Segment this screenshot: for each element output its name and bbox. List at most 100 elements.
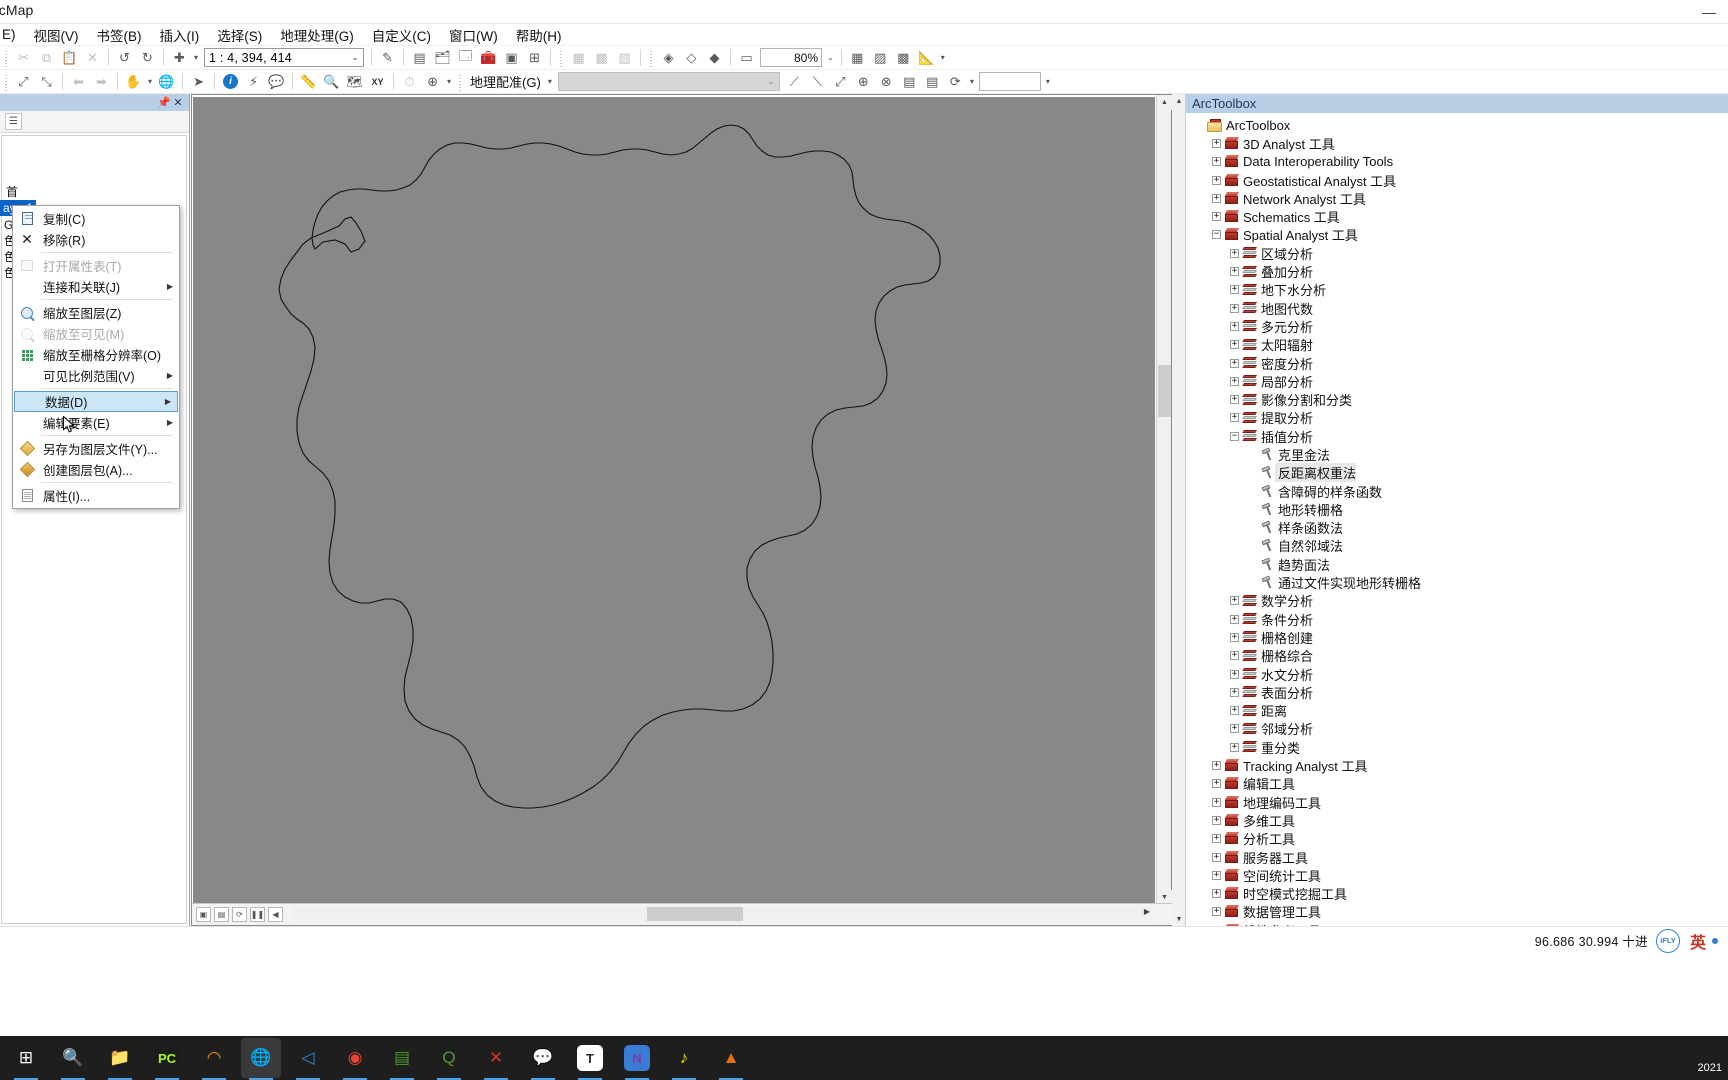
arctoolbox-tree-node[interactable]: 地形转栅格 [1186, 500, 1728, 518]
auto-adjust-caret-icon[interactable]: ▾ [967, 77, 977, 86]
pin-icon[interactable]: 📌 [157, 96, 171, 109]
arctoolbox-tree[interactable]: ArcToolbox +3D Analyst 工具 + Data Interopera… [1186, 113, 1728, 926]
taskbar-typora-icon[interactable]: T [570, 1038, 610, 1080]
expand-plus-icon[interactable]: + [1210, 905, 1223, 918]
context-menu-item-zoom-to-raster-resolution[interactable]: 缩放至栅格分辨率(O) [13, 344, 179, 365]
taskbar-search-icon[interactable]: 🔍 [53, 1038, 93, 1080]
context-menu-item-create-layer-package[interactable]: 创建图层包(A)... [13, 459, 179, 480]
context-menu-item-joins-relates[interactable]: 连接和关联(J) ▶ [13, 276, 179, 297]
georeferencing-layer-combo[interactable]: ⌄ [557, 72, 780, 91]
menu-view[interactable]: 视图(V) [25, 23, 88, 47]
select-features-icon[interactable]: ➤ [188, 71, 209, 92]
context-menu-item-visible-scale-range[interactable]: 可见比例范围(V) ▶ [13, 365, 179, 386]
overflow-caret-icon[interactable]: ▾ [938, 53, 948, 62]
toc-row-dataframe[interactable]: 首 [4, 184, 186, 200]
arctoolbox-tree-node[interactable]: + 空间统计工具 [1186, 866, 1728, 884]
zoom-caret-icon[interactable]: ⌄ [824, 53, 837, 62]
arctoolbox-tree-node[interactable]: + 多元分析 [1186, 317, 1728, 335]
next-extent-icon[interactable]: ➡ [91, 71, 112, 92]
layer-icon-b[interactable]: ◇ [681, 47, 702, 68]
map-vertical-scrollbar[interactable]: ▲ ▼ [1156, 95, 1172, 905]
expand-plus-icon[interactable]: + [1210, 814, 1223, 827]
arctoolbox-tree-node[interactable]: + 编辑工具 [1186, 775, 1728, 793]
cut-icon[interactable]: ✂ [13, 47, 34, 68]
data-view-icon[interactable]: ▣ [196, 907, 211, 922]
map-canvas[interactable] [193, 97, 1155, 903]
expand-plus-icon[interactable]: + [1228, 649, 1241, 662]
arctoolbox-tree-node[interactable]: + 数据管理工具 [1186, 903, 1728, 921]
list-by-drawing-order-icon[interactable]: ☰ [5, 113, 22, 130]
expand-plus-icon[interactable]: + [1210, 155, 1223, 168]
taskbar-chrome-icon[interactable]: ◉ [335, 1038, 375, 1080]
arctoolbox-tree-node[interactable]: + 局部分析 [1186, 372, 1728, 390]
find-route-icon[interactable]: 🗺 [344, 71, 365, 92]
arctoolbox-tree-node[interactable]: + 时空模式挖掘工具 [1186, 884, 1728, 902]
expand-plus-icon[interactable]: + [1228, 393, 1241, 406]
grid-icon-a[interactable]: ▦ [847, 47, 868, 68]
tools-overflow-caret-icon[interactable]: ▾ [444, 77, 454, 86]
taskbar-qgis-icon[interactable]: Q [429, 1038, 469, 1080]
arctoolbox-tree-node[interactable]: 反距离权重法 [1186, 463, 1728, 483]
taskbar-pycharm-icon[interactable]: PC [147, 1038, 187, 1080]
arctoolbox-tree-node[interactable]: + Tracking Analyst 工具 [1186, 756, 1728, 774]
arctoolbox-tree-node[interactable]: + 栅格综合 [1186, 647, 1728, 665]
arctoolbox-tree-node[interactable]: − 插值分析 [1186, 427, 1728, 445]
expand-plus-icon[interactable]: + [1228, 247, 1241, 260]
editor-toolbar-icon[interactable]: ✎ [377, 47, 398, 68]
chevron-down-icon[interactable]: ⌄ [767, 76, 775, 87]
expand-plus-icon[interactable]: + [1228, 283, 1241, 296]
arctoolbox-tree-node[interactable]: + 地下水分析 [1186, 281, 1728, 299]
expand-plus-icon[interactable]: + [1228, 320, 1241, 333]
georeferencing-text-box[interactable] [978, 72, 1041, 91]
arctoolbox-icon[interactable]: 🧰 [478, 47, 499, 68]
menu-insert[interactable]: 插入(I) [151, 23, 209, 47]
taskbar-envi-icon[interactable]: ▤ [382, 1038, 422, 1080]
context-menu-item-copy[interactable]: 复制(C) [13, 208, 179, 229]
create-viewer-window-icon[interactable]: ⊕ [422, 71, 443, 92]
expand-plus-icon[interactable]: + [1228, 631, 1241, 644]
taskbar-onenote-icon[interactable]: N [617, 1038, 657, 1080]
arctoolbox-tree-node[interactable]: 自然邻域法 [1186, 537, 1728, 555]
arctoolbox-tree-node[interactable]: +3D Analyst 工具 [1186, 134, 1728, 152]
context-menu-item-remove[interactable]: ✕ 移除(R) [13, 229, 179, 250]
arctoolbox-tree-node[interactable]: 克里金法 [1186, 445, 1728, 463]
arctoolbox-tree-node[interactable]: 样条函数法 [1186, 519, 1728, 537]
georeferencing-menu[interactable]: 地理配准(G) [466, 71, 545, 92]
menu-help[interactable]: 帮助(H) [507, 23, 571, 47]
add-control-points-icon[interactable]: ⟋ [784, 71, 805, 92]
arctoolbox-tree-node[interactable]: 趋势面法 [1186, 555, 1728, 573]
arctoolbox-tree-node[interactable]: + 距离 [1186, 702, 1728, 720]
expand-plus-icon[interactable]: + [1228, 668, 1241, 681]
ime-language-indicator[interactable]: 英 [1690, 929, 1706, 953]
expand-plus-icon[interactable]: + [1210, 869, 1223, 882]
arctoolbox-tree-node[interactable]: + 表面分析 [1186, 683, 1728, 701]
go-to-xy-icon[interactable]: XY [367, 71, 388, 92]
toolbar-gripper[interactable] [457, 72, 465, 91]
expand-plus-icon[interactable]: + [1210, 759, 1223, 772]
taskbar-start-menu-icon[interactable]: ⊞ [6, 1038, 46, 1080]
add-control-points-2-icon[interactable]: ⟍ [807, 71, 828, 92]
arctoolbox-tree-node[interactable]: + Network Analyst 工具 [1186, 189, 1728, 207]
context-menu-item-properties[interactable]: 属性(I)... [13, 485, 179, 506]
expand-plus-icon[interactable]: + [1228, 411, 1241, 424]
arctoolbox-tree-node[interactable]: + 影像分割和分类 [1186, 390, 1728, 408]
georeferencing-caret-icon[interactable]: ▾ [545, 77, 555, 86]
menu-file[interactable]: E) [0, 25, 25, 44]
arctoolbox-tree-node[interactable]: + 水文分析 [1186, 665, 1728, 683]
arctoolbox-tree-node[interactable]: + 数学分析 [1186, 592, 1728, 610]
expand-plus-icon[interactable]: + [1210, 777, 1223, 790]
taskbar-matlab-icon[interactable]: ◠ [194, 1038, 234, 1080]
layer-icon-a[interactable]: ◈ [658, 47, 679, 68]
toolbar-gripper[interactable] [648, 48, 656, 67]
pan-icon[interactable]: ✋ [123, 71, 144, 92]
collapse-minus-icon[interactable]: − [1228, 430, 1241, 443]
taskbar-file-explorer-icon[interactable]: 📁 [100, 1038, 140, 1080]
auto-adjust-icon[interactable]: ⟳ [945, 71, 966, 92]
arctoolbox-tree-node[interactable]: 通过文件实现地形转栅格 [1186, 573, 1728, 591]
expand-plus-icon[interactable]: + [1210, 174, 1223, 187]
chevron-down-icon[interactable]: ⌄ [347, 52, 363, 63]
time-slider-icon[interactable]: ⏱ [399, 71, 420, 92]
gutter-scroll-down-icon[interactable]: ▼ [1172, 912, 1186, 926]
zoom-to-link-icon[interactable]: ⊕ [853, 71, 874, 92]
arctoolbox-tree-node[interactable]: ArcToolbox [1186, 116, 1728, 134]
